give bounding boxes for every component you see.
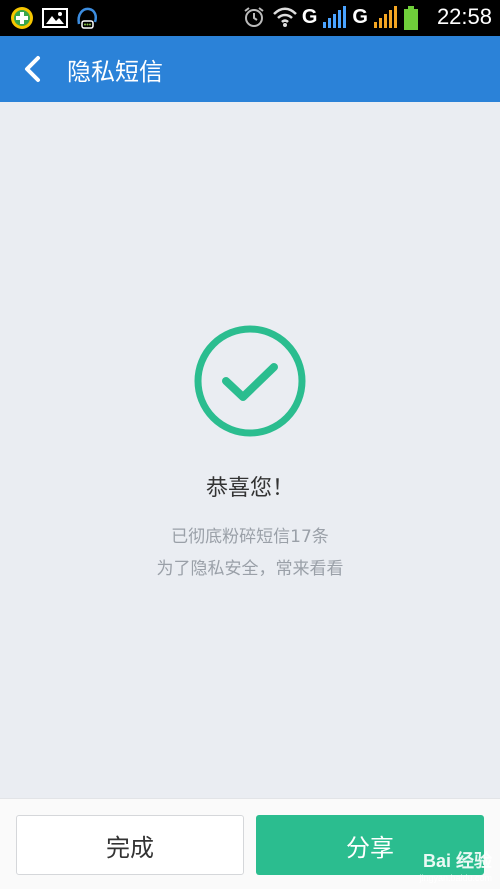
footer-bar: 完成 分享 Bai 经验 jingyan.baidu.com bbox=[0, 798, 500, 889]
wifi-icon bbox=[272, 5, 297, 29]
app-plus-icon bbox=[10, 6, 34, 30]
back-button[interactable] bbox=[18, 54, 48, 84]
result-panel: 恭喜您！ 已彻底粉碎短信17条 为了隐私安全，常来看看 bbox=[0, 102, 500, 798]
check-circle-icon bbox=[193, 324, 307, 438]
watermark-brand: Bai 经验 bbox=[422, 851, 492, 871]
watermark-url: jingyan.baidu.com bbox=[419, 873, 492, 883]
done-button[interactable]: 完成 bbox=[16, 815, 244, 875]
signal-icon-2 bbox=[373, 6, 397, 28]
alarm-icon bbox=[242, 5, 266, 29]
network-type-1: G bbox=[301, 5, 318, 28]
battery-icon bbox=[403, 5, 427, 30]
signal-icon bbox=[323, 6, 347, 28]
watermark: Bai 经验 jingyan.baidu.com bbox=[419, 847, 492, 883]
gallery-icon bbox=[42, 6, 68, 30]
shred-count-text: 已彻底粉碎短信17条 bbox=[171, 527, 329, 547]
clock: 22:58 bbox=[436, 4, 492, 29]
success-title: 恭喜您！ bbox=[205, 476, 294, 501]
app-header: 隐私短信 bbox=[0, 36, 500, 102]
status-bar: G G 22:58 bbox=[0, 0, 500, 36]
page-title: 隐私短信 bbox=[67, 58, 163, 86]
share-label: 分享 bbox=[346, 833, 394, 862]
network-type-2: G bbox=[352, 5, 368, 28]
chevron-left-icon bbox=[25, 56, 40, 82]
assistant-icon bbox=[74, 6, 98, 30]
tip-text: 为了隐私安全，常来看看 bbox=[156, 559, 344, 579]
